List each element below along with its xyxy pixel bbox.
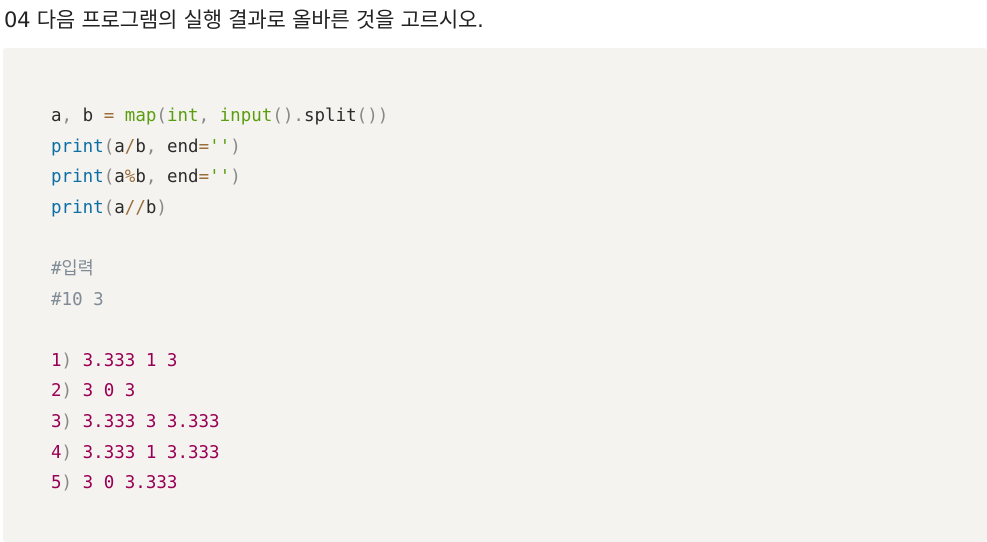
paren: ) bbox=[156, 197, 167, 218]
empty-string: '' bbox=[209, 136, 231, 157]
paren: ) bbox=[61, 381, 73, 402]
print-function: print bbox=[51, 136, 104, 157]
comma: , bbox=[198, 106, 210, 126]
end-keyword: end bbox=[156, 136, 199, 157]
input-function: input bbox=[209, 106, 273, 126]
comma: , bbox=[145, 167, 157, 188]
question-title: 04 다음 프로그램의 실행 결과로 올바른 것을 고르시오. bbox=[4, 8, 484, 32]
code-line-1: a, b = map(int, input().split()) bbox=[51, 101, 388, 132]
end-keyword: end bbox=[156, 167, 199, 188]
option-number: 4 bbox=[51, 442, 62, 463]
comment-input-label: #입력 bbox=[51, 258, 94, 279]
var-b: b bbox=[72, 106, 104, 126]
answer-option-4: 4) 3.333 1 3.333 bbox=[51, 438, 388, 469]
floor-divide-operator: // bbox=[124, 197, 146, 218]
option-number: 1 bbox=[51, 350, 62, 371]
paren: ( bbox=[156, 106, 167, 126]
paren: ) bbox=[61, 473, 73, 494]
paren: ) bbox=[61, 350, 73, 371]
paren: ( bbox=[103, 167, 115, 188]
print-function: print bbox=[51, 197, 104, 218]
option-number: 2 bbox=[51, 381, 62, 402]
paren: ) bbox=[230, 167, 241, 188]
option-text: 3.333 1 3.333 bbox=[72, 442, 220, 463]
dot: . bbox=[293, 106, 304, 126]
answer-option-5: 5) 3 0 3.333 bbox=[51, 468, 388, 499]
split-method: split bbox=[303, 106, 357, 126]
code-block: a, b = map(int, input().split()) print(a… bbox=[3, 48, 987, 542]
comma: , bbox=[145, 136, 157, 157]
paren: ) bbox=[61, 442, 73, 463]
code-line-3: print(a%b, end='') bbox=[51, 162, 388, 193]
comment-input-value: #10 3 bbox=[51, 289, 104, 310]
option-text: 3.333 1 3 bbox=[72, 350, 178, 371]
var-a: a bbox=[114, 167, 125, 188]
print-function: print bbox=[51, 167, 104, 188]
assign-operator: = bbox=[198, 136, 210, 157]
var-b: b bbox=[135, 136, 146, 157]
code-line-4: print(a//b) bbox=[51, 193, 388, 224]
answer-option-3: 3) 3.333 3 3.333 bbox=[51, 407, 388, 438]
paren: ( bbox=[103, 136, 115, 157]
var-a: a bbox=[114, 197, 125, 218]
code-line-2: print(a/b, end='') bbox=[51, 132, 388, 163]
divide-operator: / bbox=[124, 136, 136, 157]
paren: ( bbox=[272, 106, 283, 126]
paren: ) bbox=[61, 411, 73, 432]
option-number: 3 bbox=[51, 411, 62, 432]
paren: )) bbox=[367, 106, 389, 126]
option-number: 5 bbox=[51, 473, 62, 494]
option-text: 3 0 3 bbox=[72, 381, 136, 402]
paren: ( bbox=[103, 197, 115, 218]
modulo-operator: % bbox=[124, 167, 136, 188]
paren: ( bbox=[356, 106, 368, 126]
var-b: b bbox=[145, 197, 157, 218]
code-lines: a, b = map(int, input().split()) print(a… bbox=[51, 101, 388, 499]
option-text: 3 0 3.333 bbox=[72, 473, 178, 494]
var-a: a bbox=[114, 136, 125, 157]
var-a: a bbox=[51, 106, 62, 126]
paren: ) bbox=[282, 106, 294, 126]
int-function: int bbox=[166, 106, 199, 126]
empty-string: '' bbox=[209, 167, 231, 188]
option-text: 3.333 3 3.333 bbox=[72, 411, 220, 432]
paren: ) bbox=[230, 136, 241, 157]
answer-option-2: 2) 3 0 3 bbox=[51, 376, 388, 407]
assign-operator: = bbox=[198, 167, 210, 188]
map-function: map bbox=[114, 106, 157, 126]
assign-operator: = bbox=[103, 106, 115, 126]
comma: , bbox=[61, 106, 73, 126]
var-b: b bbox=[135, 167, 146, 188]
answer-option-1: 1) 3.333 1 3 bbox=[51, 346, 388, 377]
